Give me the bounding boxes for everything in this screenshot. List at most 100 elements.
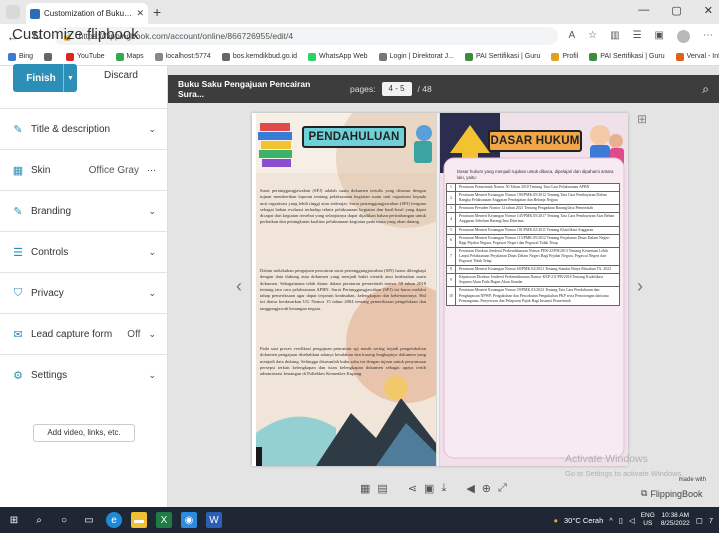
share-icon[interactable]: ⋖ xyxy=(408,482,417,495)
made-with-label: made with xyxy=(678,477,706,483)
notes-icon[interactable]: ▤ xyxy=(377,482,387,495)
pages-label: pages: xyxy=(350,84,376,94)
sidebar-item-title-description[interactable]: ✎ Title & description ⌄ xyxy=(0,108,168,149)
print-icon[interactable]: ▣ xyxy=(424,482,434,495)
bookmarks-bar: Bing YouTube Maps localhost:5774 bos.kemdikb… xyxy=(0,48,719,66)
lead-capture-form-icon: ✉ xyxy=(13,328,23,341)
law-reference: Peraturan Direktur Jenderal Perbendahara… xyxy=(455,246,620,267)
fullscreen-icon[interactable]: ⤢ xyxy=(498,482,507,495)
sidebar-item-settings[interactable]: ⚙ Settings ⌄ xyxy=(0,354,168,395)
bookmark-item[interactable]: localhost:5774 xyxy=(154,52,211,61)
file-explorer-icon[interactable]: ▬ xyxy=(131,512,147,528)
add-video-button[interactable]: Add video, links, etc. xyxy=(33,424,135,442)
sidebar-item-branding[interactable]: ✎ Branding ⌄ xyxy=(0,190,168,231)
download-icon[interactable]: ⤓ xyxy=(441,482,446,495)
table-row: 6 Peraturan Menteri Keuangan Nomor 113/PM… xyxy=(446,233,620,248)
table-row: 1 Peraturan Pemerintah Nomor 50 Tahun 201… xyxy=(446,182,620,193)
flippingbook-favicon-icon xyxy=(30,8,40,19)
collections-icon[interactable]: ▣ xyxy=(655,30,664,43)
new-tab-button[interactable]: + xyxy=(153,4,161,20)
tab-actions-icon[interactable] xyxy=(6,5,20,19)
weather-text[interactable]: 30°C Cerah xyxy=(564,516,603,525)
sidebar-item-value: Office Gray xyxy=(88,164,139,176)
brand-name: FlippingBook xyxy=(650,488,703,499)
minimize-button[interactable]: — xyxy=(638,4,649,17)
next-page-arrow-icon[interactable]: › xyxy=(637,276,643,297)
bookmark-label: Bing xyxy=(19,53,34,60)
notifications-icon[interactable]: ▢ xyxy=(696,516,703,525)
system-clock[interactable]: 10:38 AM 8/25/2022 xyxy=(661,512,690,528)
finish-button[interactable]: Finish ▼ xyxy=(13,64,77,92)
browser-tab[interactable]: Customization of Buku Saku Pen ✕ xyxy=(26,3,148,24)
bookmark-favicon-icon xyxy=(221,52,230,61)
chevron-down-icon: ⋯ xyxy=(147,164,156,175)
table-row: 3 Peraturan Presiden Nomor 12 tahun 2021 … xyxy=(446,204,620,214)
bookmark-item[interactable]: Verval - Informasi G... xyxy=(675,52,719,61)
excel-icon[interactable]: X xyxy=(156,512,172,528)
bookmark-item[interactable]: WhatsApp Web xyxy=(308,52,368,61)
sidebar-item-label: Lead capture form xyxy=(31,328,113,340)
windows-taskbar: ⊞ ⌕ ○ ▭ e ▬ X ◉ W ● 30°C Cerah ^ ▯ ◁ ENG… xyxy=(0,507,719,533)
privacy-icon: ⛉ xyxy=(13,286,23,299)
bookmark-favicon-icon xyxy=(378,52,387,61)
sidebar-item-controls[interactable]: ☰ Controls ⌄ xyxy=(0,231,168,272)
network-icon[interactable]: ▯ xyxy=(619,516,623,525)
bookmark-label: Verval - Informasi G... xyxy=(686,53,719,60)
row-number: 3 xyxy=(446,204,456,214)
bookmark-item[interactable]: Maps xyxy=(115,52,144,61)
previous-page-arrow-icon[interactable]: ‹ xyxy=(236,276,242,297)
sidebar-item-label: Settings xyxy=(31,369,68,381)
search-icon[interactable]: ⌕ xyxy=(31,512,47,528)
tab-close-icon[interactable]: ✕ xyxy=(136,8,144,19)
windows-start-icon[interactable]: ⊞ xyxy=(6,512,22,528)
task-view-icon[interactable]: ▭ xyxy=(81,512,97,528)
favorites-list-icon[interactable]: ☰ xyxy=(633,30,642,43)
intro-paragraph-2: Dalam melakukan pengajuan pencairan sura… xyxy=(260,268,426,311)
bookmark-item[interactable]: Profil xyxy=(551,52,578,61)
law-reference: Peraturan Menteri Keuangan Nomor 101/PMK… xyxy=(455,225,620,235)
cortana-icon[interactable]: ○ xyxy=(56,512,72,528)
word-icon[interactable]: W xyxy=(206,512,222,528)
search-icon[interactable]: ⌕ xyxy=(702,82,709,97)
bookmark-favicon-icon xyxy=(589,52,598,61)
sidebar-item-skin[interactable]: ▦ Skin Office Gray ⋯ xyxy=(0,149,168,190)
language-indicator[interactable]: ENG US xyxy=(641,512,655,528)
sidebar-item-lead-capture-form[interactable]: ✉ Lead capture form Off ⌄ xyxy=(0,313,168,354)
zoom-app-icon[interactable]: ◉ xyxy=(181,512,197,528)
sidebar-item-privacy[interactable]: ⛉ Privacy ⌄ xyxy=(0,272,168,313)
bookmark-label: Maps xyxy=(126,53,144,60)
right-page[interactable]: DASAR HUKUM Dasar hukum yang menjadi ruj… xyxy=(440,113,628,466)
bookmark-item[interactable]: Bing xyxy=(8,52,34,61)
bookmark-item[interactable]: YouTube xyxy=(66,52,105,61)
bookmark-item[interactable]: PAI Sertifikasi | Guru xyxy=(589,52,665,61)
close-window-button[interactable]: ✕ xyxy=(704,4,713,17)
left-page[interactable]: PENDAHULUAN Surat pertanggungjawaban (SP… xyxy=(256,113,436,466)
chevron-down-icon[interactable]: ▼ xyxy=(63,64,77,92)
sound-icon[interactable]: ◀ xyxy=(466,482,474,495)
thumbnails-icon[interactable]: ▦ xyxy=(360,482,370,495)
discard-button[interactable]: Discard xyxy=(104,70,138,81)
bookmark-item[interactable]: PAI Sertifikasi | Guru xyxy=(465,52,540,61)
add-element-icon[interactable]: ⊞ xyxy=(637,112,647,126)
tray-chevron-icon[interactable]: ^ xyxy=(609,516,613,525)
bookmark-item[interactable] xyxy=(44,52,55,61)
more-menu-icon[interactable]: ⋯ xyxy=(703,30,713,43)
system-tray: ● 30°C Cerah ^ ▯ ◁ ENG US 10:38 AM 8/25/… xyxy=(553,512,713,528)
split-screen-icon[interactable]: ▥ xyxy=(610,30,619,43)
edge-browser-icon[interactable]: e xyxy=(106,512,122,528)
bookmark-item[interactable]: Login | Direktorat J... xyxy=(378,52,454,61)
bookmark-item[interactable]: bos.kemdikbud.go.id xyxy=(221,52,297,61)
sidebar-item-label: Skin xyxy=(31,164,51,176)
maximize-button[interactable]: ▢ xyxy=(671,4,681,17)
read-aloud-icon[interactable]: A xyxy=(568,30,575,43)
chevron-down-icon: ⌄ xyxy=(148,205,156,216)
chevron-down-icon: ⌄ xyxy=(148,123,156,134)
law-reference: Peraturan Pemerintah Nomor 50 Tahun 2018… xyxy=(455,182,620,193)
flippingbook-logo[interactable]: ⧉ FlippingBook xyxy=(641,488,702,499)
volume-icon[interactable]: ◁ xyxy=(629,516,635,525)
profile-avatar[interactable] xyxy=(677,29,690,43)
zoom-icon[interactable]: ⊕ xyxy=(482,482,491,495)
page-number-input[interactable]: 4 - 5 xyxy=(381,82,412,96)
favorite-star-icon[interactable]: ☆ xyxy=(588,30,597,43)
sidebar-item-value: Off xyxy=(127,328,141,340)
